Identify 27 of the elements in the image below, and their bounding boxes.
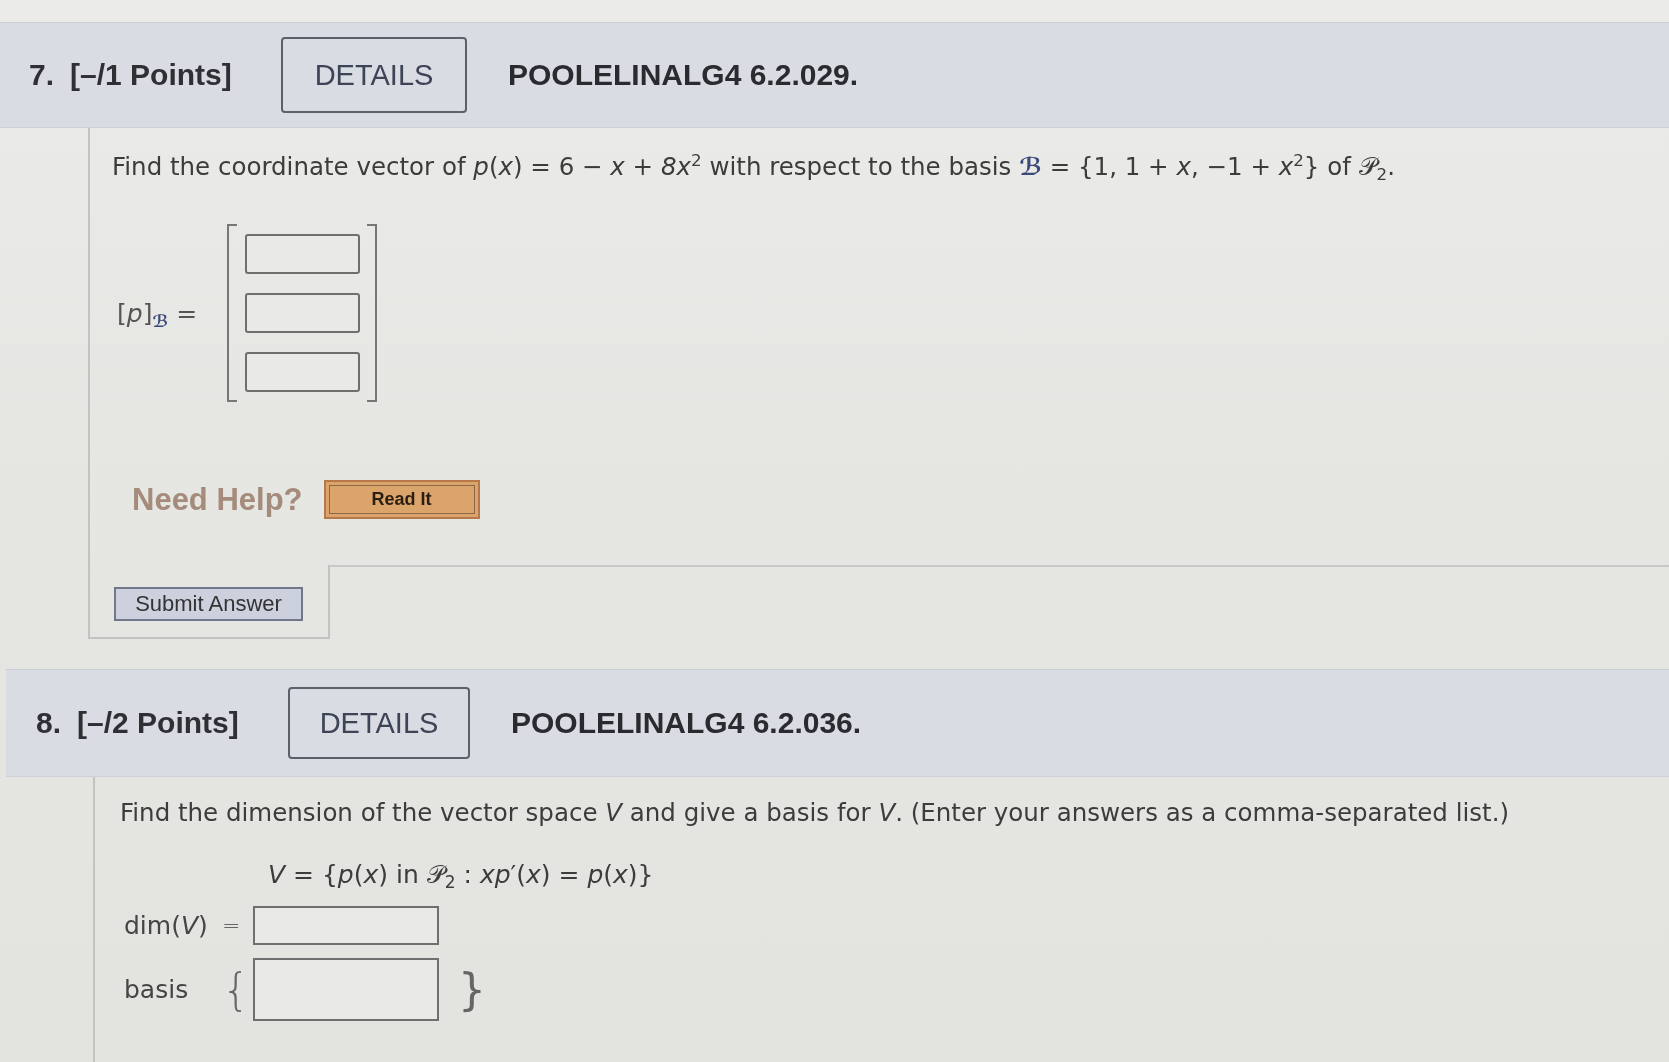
close-brace: } xyxy=(458,967,486,1012)
question-prompt: Find the dimension of the vector space V and give a basis for V. (Enter your answers as a comma-separated list.) xyxy=(120,798,1510,828)
answer-field[interactable] xyxy=(253,958,439,1021)
answer-field[interactable] xyxy=(245,234,360,274)
vector-label: [p]$_{ℬ}$ = xyxy=(117,298,199,328)
bracket-icon xyxy=(367,224,377,402)
problem-code: POOLELINALG4 6.2.036. xyxy=(511,706,862,740)
details-button[interactable]: DETAILS xyxy=(281,37,467,113)
answer-field[interactable] xyxy=(245,293,360,333)
submit-answer-button[interactable]: Submit Answer xyxy=(114,587,303,621)
need-help-label: Need Help? xyxy=(132,481,303,518)
details-button[interactable]: DETAILS xyxy=(288,687,470,759)
answer-label: basis xyxy=(124,975,190,1004)
question-prompt: Find the coordinate vector of p(x) = 6 − x + 8x$^{2}$ with respect to the basis ℬ = {1, 1 + x, −1 + x$^{2}$} of 𝒫$_{2}$. xyxy=(112,152,1396,182)
points-label: [–/2 Points] xyxy=(77,706,239,740)
bracket-icon xyxy=(227,224,237,402)
answer-label: dim(V) xyxy=(124,911,209,940)
question-number: 7. xyxy=(29,58,55,92)
points-label: [–/1 Points] xyxy=(70,58,232,92)
answer-field[interactable] xyxy=(245,352,360,392)
read-it-button[interactable]: Read It xyxy=(323,480,480,519)
question-number: 8. xyxy=(36,706,62,740)
set-formula: V = {p(x) in 𝒫$_{2}$ : xp′(x) = p(x)} xyxy=(268,860,655,890)
open-brace: { xyxy=(222,967,251,1012)
problem-code: POOLELINALG4 6.2.029. xyxy=(508,58,859,92)
answer-field[interactable] xyxy=(253,906,439,945)
equals-sign: = xyxy=(222,914,242,937)
